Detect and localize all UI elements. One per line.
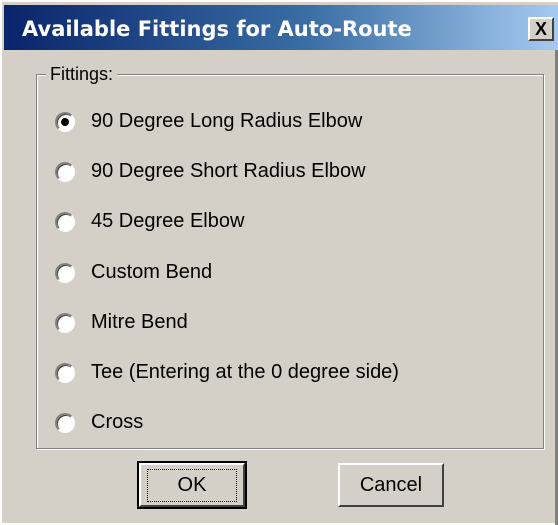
radio-option-45-degree-elbow[interactable]: 45 Degree Elbow (55, 210, 244, 233)
radio-button[interactable] (55, 111, 75, 132)
radio-button[interactable] (55, 362, 75, 383)
radio-option-tee[interactable]: Tee (Entering at the 0 degree side) (55, 361, 399, 384)
radio-option-90-long-radius-elbow[interactable]: 90 Degree Long Radius Elbow (55, 110, 362, 133)
dialog-title: Available Fittings for Auto-Route (22, 17, 412, 41)
radio-option-cross[interactable]: Cross (55, 411, 143, 434)
radio-option-mitre-bend[interactable]: Mitre Bend (55, 311, 188, 334)
radio-button[interactable] (55, 161, 75, 182)
radio-label: Custom Bend (91, 261, 213, 283)
radio-button[interactable] (55, 211, 75, 232)
radio-label: Tee (Entering at the 0 degree side) (91, 361, 399, 383)
close-icon: X (534, 18, 547, 39)
radio-label: 90 Degree Long Radius Elbow (91, 110, 363, 132)
radio-button[interactable] (55, 412, 75, 433)
title-bar[interactable]: Available Fittings for Auto-Route X (4, 5, 558, 50)
cancel-button-label: Cancel (359, 473, 423, 496)
ok-button[interactable]: OK (137, 461, 247, 509)
radio-label: Mitre Bend (91, 311, 188, 333)
radio-label: 45 Degree Elbow (91, 210, 245, 232)
dialog-window: Available Fittings for Auto-Route X Fitt… (0, 0, 558, 525)
radio-option-custom-bend[interactable]: Custom Bend (55, 261, 212, 284)
radio-option-90-short-radius-elbow[interactable]: 90 Degree Short Radius Elbow (55, 160, 366, 183)
radio-button[interactable] (55, 262, 75, 283)
radio-label: Cross (91, 411, 144, 433)
radio-label: 90 Degree Short Radius Elbow (91, 160, 366, 182)
radio-button[interactable] (55, 312, 75, 333)
fittings-group-label: Fittings: (46, 64, 118, 85)
cancel-button[interactable]: Cancel (338, 463, 444, 507)
close-button[interactable]: X (528, 17, 554, 41)
ok-button-label: OK (146, 468, 238, 502)
